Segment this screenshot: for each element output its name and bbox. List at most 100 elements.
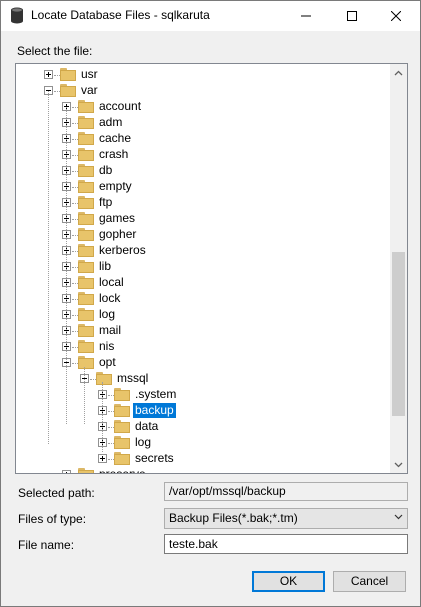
tree-node[interactable]: usr xyxy=(16,67,386,83)
tree-node[interactable]: adm xyxy=(16,115,386,131)
folder-icon xyxy=(114,436,130,449)
tree-node-label: opt xyxy=(99,355,116,369)
tree-node[interactable]: .system xyxy=(16,387,386,403)
expand-toggle[interactable] xyxy=(44,70,53,79)
scroll-down-button[interactable] xyxy=(390,456,407,473)
folder-icon xyxy=(96,372,112,385)
tree-guide-line xyxy=(66,107,67,424)
folder-icon xyxy=(78,196,94,209)
folder-icon xyxy=(114,388,130,401)
folder-icon xyxy=(78,468,94,473)
tree-node[interactable]: ftp xyxy=(16,195,386,211)
folder-icon xyxy=(114,404,130,417)
maximize-icon xyxy=(347,10,357,21)
folder-icon xyxy=(78,148,94,161)
scroll-up-button[interactable] xyxy=(390,64,407,81)
selected-path-field: /var/opt/mssql/backup xyxy=(164,482,408,501)
tree-node-label: backup xyxy=(133,403,176,418)
tree-node[interactable]: account xyxy=(16,99,386,115)
tree-node[interactable]: kerberos xyxy=(16,243,386,259)
folder-icon xyxy=(114,420,130,433)
tree-vertical-scrollbar[interactable] xyxy=(390,64,407,473)
tree-node[interactable]: crash xyxy=(16,147,386,163)
tree-node[interactable]: cache xyxy=(16,131,386,147)
tree-guide-line xyxy=(84,367,85,424)
tree-node-label: cache xyxy=(99,131,132,145)
tree-node-label: local xyxy=(99,275,124,289)
minimize-icon xyxy=(301,15,311,16)
tree-node[interactable]: data xyxy=(16,419,386,435)
tree-node[interactable]: lib xyxy=(16,259,386,275)
close-button[interactable] xyxy=(377,1,415,30)
tree-node[interactable]: db xyxy=(16,163,386,179)
selected-path-label: Selected path: xyxy=(18,486,95,500)
files-of-type-select[interactable]: Backup Files(*.bak;*.tm) xyxy=(164,508,408,529)
tree-node[interactable]: gopher xyxy=(16,227,386,243)
tree-node-label: kerberos xyxy=(99,243,146,257)
tree-node[interactable]: log xyxy=(16,435,386,451)
tree-guide-line xyxy=(48,91,49,444)
tree-node[interactable]: opt xyxy=(16,355,386,371)
tree-node-label: mssql xyxy=(117,371,149,385)
tree-node-label: account xyxy=(99,99,142,113)
tree-node-label: data xyxy=(135,419,159,433)
tree-node-label: lock xyxy=(99,291,121,305)
tree-node[interactable]: nis xyxy=(16,339,386,355)
folder-icon xyxy=(78,116,94,129)
ok-button[interactable]: OK xyxy=(252,571,325,592)
close-icon xyxy=(391,10,401,21)
folder-icon xyxy=(78,212,94,225)
tree-node[interactable]: local xyxy=(16,275,386,291)
minimize-button[interactable] xyxy=(287,1,325,30)
file-tree-content: usr var account adm cache crash db empty ftp game… xyxy=(16,64,390,473)
folder-icon xyxy=(78,260,94,273)
tree-node-label: var xyxy=(81,83,98,97)
folder-icon xyxy=(78,292,94,305)
tree-node-label: log xyxy=(135,435,152,449)
maximize-button[interactable] xyxy=(333,1,371,30)
expand-toggle[interactable] xyxy=(62,470,71,473)
files-of-type-label: Files of type: xyxy=(18,512,87,526)
tree-node-label: ftp xyxy=(99,195,113,209)
folder-icon xyxy=(78,324,94,337)
folder-icon xyxy=(78,244,94,257)
tree-node[interactable]: backup xyxy=(16,403,386,419)
folder-icon xyxy=(78,356,94,369)
tree-node-label: gopher xyxy=(99,227,137,241)
database-icon xyxy=(11,7,23,24)
scroll-thumb[interactable] xyxy=(392,252,405,416)
tree-node-label: empty xyxy=(99,179,132,193)
tree-node[interactable]: empty xyxy=(16,179,386,195)
files-of-type-value: Backup Files(*.bak;*.tm) xyxy=(169,511,298,525)
folder-icon xyxy=(78,180,94,193)
file-name-label: File name: xyxy=(18,538,75,552)
folder-icon xyxy=(78,100,94,113)
tree-node[interactable]: games xyxy=(16,211,386,227)
tree-node[interactable]: var xyxy=(16,83,386,99)
tree-node-label: db xyxy=(99,163,113,177)
tree-node[interactable]: mail xyxy=(16,323,386,339)
folder-icon xyxy=(78,276,94,289)
chevron-up-icon xyxy=(394,70,403,75)
tree-node[interactable]: log xyxy=(16,307,386,323)
tree-node[interactable]: preserve xyxy=(16,467,386,473)
folder-icon xyxy=(78,340,94,353)
tree-node-label: nis xyxy=(99,339,115,353)
title-bar: Locate Database Files - sqlkaruta xyxy=(1,1,420,31)
tree-node[interactable]: mssql xyxy=(16,371,386,387)
folder-icon xyxy=(78,164,94,177)
expand-toggle[interactable] xyxy=(98,454,107,463)
cancel-button[interactable]: Cancel xyxy=(333,571,406,592)
tree-node[interactable]: lock xyxy=(16,291,386,307)
folder-icon xyxy=(114,452,130,465)
folder-icon xyxy=(60,84,76,97)
tree-node[interactable]: secrets xyxy=(16,451,386,467)
tree-node-label: log xyxy=(99,307,116,321)
file-tree[interactable]: usr var account adm cache crash db empty ftp game… xyxy=(15,63,408,474)
select-file-label: Select the file: xyxy=(17,44,93,58)
tree-node-label: usr xyxy=(81,67,98,81)
folder-icon xyxy=(78,228,94,241)
tree-node-label: lib xyxy=(99,259,112,273)
file-name-input[interactable]: teste.bak xyxy=(164,534,408,554)
tree-node-label: secrets xyxy=(135,451,174,465)
